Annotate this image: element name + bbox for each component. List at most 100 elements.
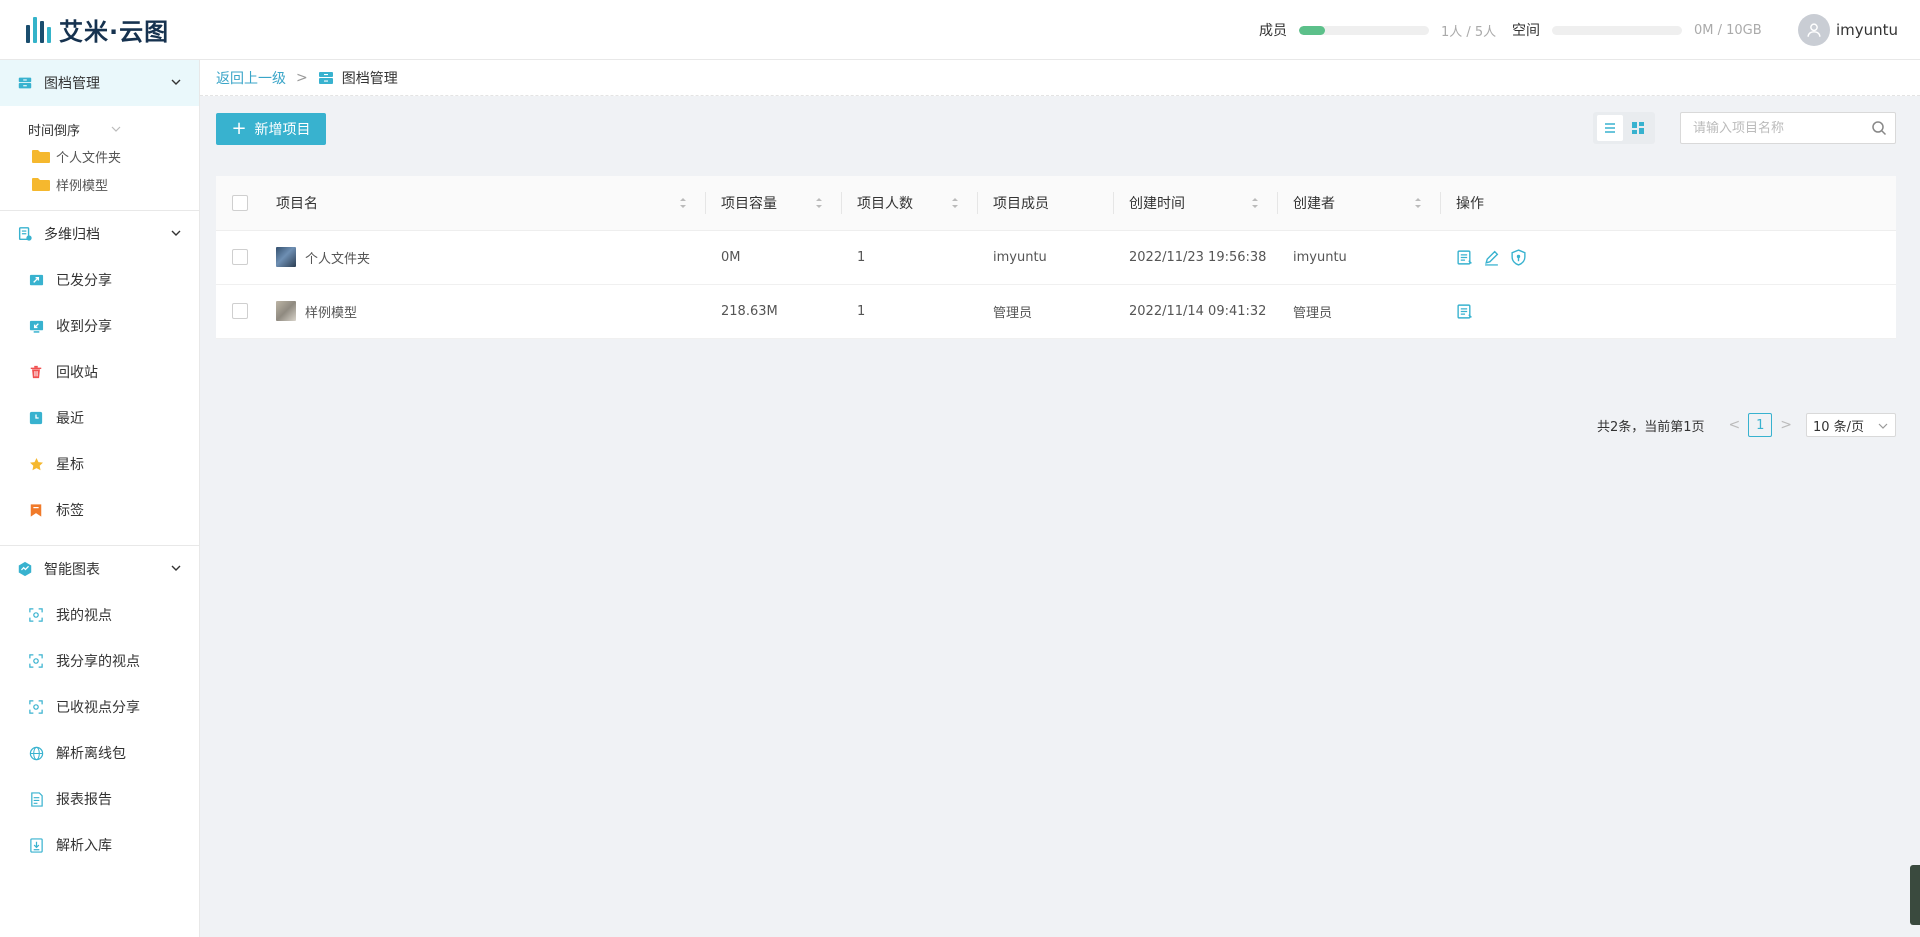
grid-icon: [1632, 122, 1644, 134]
sort-icon[interactable]: [951, 196, 959, 210]
breadcrumb-separator: >: [296, 69, 308, 86]
row-checkbox[interactable]: [232, 303, 248, 319]
sidebar-item-tags[interactable]: 标签: [0, 487, 199, 533]
trash-icon: [28, 364, 44, 380]
next-page-button[interactable]: >: [1780, 417, 1792, 433]
page-size-select[interactable]: 10 条/页: [1806, 413, 1896, 437]
share-out-icon: [28, 272, 44, 288]
select-all-cell: [216, 176, 260, 231]
column-header-label: 创建时间: [1129, 195, 1185, 212]
pagination: 共2条，当前第1页 < 1 > 10 条/页: [1597, 413, 1896, 437]
sort-order-toggle[interactable]: 时间倒序: [0, 116, 199, 142]
column-header-label: 项目人数: [857, 195, 913, 212]
chevron-down-icon[interactable]: [169, 561, 183, 575]
folder-icon: [32, 178, 50, 191]
project-name-cell[interactable]: 个人文件夹: [260, 230, 705, 285]
sidebar-item-starred[interactable]: 星标: [0, 441, 199, 487]
sidebar-item-parse-import[interactable]: 解析入库: [0, 822, 199, 868]
column-header-members: 项目成员: [977, 176, 1113, 231]
sort-icon[interactable]: [1414, 196, 1422, 210]
table-row[interactable]: 个人文件夹 0M 1 imyuntu 2022/11/23 19:56:38 i…: [216, 230, 1896, 285]
add-project-button[interactable]: + 新增项目: [216, 113, 326, 145]
chevron-down-icon[interactable]: [169, 75, 183, 89]
sidebar-item-reports[interactable]: 报表报告: [0, 776, 199, 822]
avatar[interactable]: [1797, 14, 1830, 46]
app-logo[interactable]: 艾米·云图: [26, 12, 169, 47]
sidebar-item-label: 我的视点: [56, 608, 112, 624]
project-created-time: 2022/11/23 19:56:38: [1113, 230, 1277, 285]
column-header-label: 项目名: [276, 195, 318, 212]
column-header-creator[interactable]: 创建者: [1277, 176, 1440, 231]
project-member-count: 1: [841, 284, 977, 339]
sidebar-group-smart-charts[interactable]: 智能图表: [0, 546, 199, 592]
chevron-down-icon: [1878, 423, 1888, 429]
sidebar-item-received-viewpoints[interactable]: 已收视点分享: [0, 684, 199, 730]
breadcrumb-back-link[interactable]: 返回上一级: [216, 68, 286, 88]
column-header-created[interactable]: 创建时间: [1113, 176, 1277, 231]
globe-icon: [28, 745, 44, 761]
pagination-total: 共2条，当前第1页: [1596, 419, 1705, 435]
column-header-label: 操作: [1456, 195, 1484, 212]
chevron-down-icon: [111, 126, 121, 132]
sort-icon[interactable]: [815, 196, 823, 210]
main-content: 返回上一级 > 图档管理 + 新增项目 请输入项目名称 项目名 项目容量 项目人…: [200, 60, 1920, 937]
project-name[interactable]: 样例模型: [305, 302, 357, 321]
column-separator: [1440, 192, 1441, 214]
sort-icon[interactable]: [1251, 196, 1259, 210]
table-header-row: 项目名 项目容量 项目人数 项目成员 创建时间 创建者 操作: [216, 176, 1896, 231]
project-creator: imyuntu: [1277, 230, 1440, 285]
list-view-button[interactable]: [1597, 115, 1623, 141]
sidebar-item-recycle-bin[interactable]: 回收站: [0, 349, 199, 395]
details-icon[interactable]: [1456, 249, 1473, 266]
logo-mark-icon: [26, 16, 51, 43]
project-members: 管理员: [977, 284, 1113, 339]
row-checkbox[interactable]: [232, 249, 248, 265]
sidebar-item-received-shares[interactable]: 收到分享: [0, 303, 199, 349]
sort-icon[interactable]: [679, 196, 687, 210]
table-row[interactable]: 样例模型 218.63M 1 管理员 2022/11/14 09:41:32 管…: [216, 284, 1896, 339]
sidebar-item-label: 标签: [56, 503, 84, 519]
column-separator: [977, 192, 978, 214]
sidebar-group-archive-management[interactable]: 图档管理: [0, 60, 199, 106]
members-label: 成员: [1259, 23, 1287, 39]
prev-page-button[interactable]: <: [1729, 417, 1741, 433]
chevron-down-icon[interactable]: [169, 226, 183, 240]
permission-shield-icon[interactable]: [1510, 248, 1527, 266]
toolbar: + 新增项目: [200, 96, 1920, 162]
sidebar-item-recent[interactable]: 最近: [0, 395, 199, 441]
search-input[interactable]: [1681, 120, 1871, 136]
space-progress-bar: [1552, 25, 1682, 35]
project-name[interactable]: 个人文件夹: [305, 248, 370, 267]
sidebar-item-my-viewpoints[interactable]: 我的视点: [0, 592, 199, 638]
project-name-cell[interactable]: 样例模型: [260, 284, 705, 339]
top-header: 艾米·云图 成员 1人 / 5人 空间 0M / 10GB imyuntu: [0, 0, 1920, 60]
smart-chart-icon: [16, 560, 34, 578]
page-number-button[interactable]: 1: [1748, 413, 1773, 437]
folder-item-sample-model[interactable]: 样例模型: [0, 170, 199, 198]
sidebar-item-label: 报表报告: [56, 792, 112, 808]
user-icon: [1807, 23, 1821, 37]
search-icon[interactable]: [1871, 120, 1887, 136]
select-all-checkbox[interactable]: [232, 194, 248, 211]
members-progress-fill: [1299, 25, 1325, 35]
details-icon[interactable]: [1456, 303, 1473, 320]
sidebar-item-sent-shares[interactable]: 已发分享: [0, 257, 199, 303]
floating-side-widget[interactable]: [1910, 865, 1920, 925]
bookmark-icon: [28, 502, 44, 518]
members-value: 1人 / 5人: [1441, 24, 1497, 40]
column-header-name[interactable]: 项目名: [260, 176, 705, 231]
space-quota: 空间 0M / 10GB: [1512, 0, 1762, 60]
folder-item-personal[interactable]: 个人文件夹: [0, 142, 199, 170]
project-size: 218.63M: [705, 284, 841, 339]
user-name[interactable]: imyuntu: [1836, 21, 1898, 39]
sidebar-item-offline-packages[interactable]: 解析离线包: [0, 730, 199, 776]
column-header-size[interactable]: 项目容量: [705, 176, 841, 231]
space-value: 0M / 10GB: [1694, 22, 1762, 38]
grid-view-button[interactable]: [1625, 115, 1651, 141]
user-menu[interactable]: imyuntu: [1797, 14, 1898, 46]
column-header-member-count[interactable]: 项目人数: [841, 176, 977, 231]
sidebar-group-multi-archive[interactable]: 多维归档: [0, 211, 199, 257]
project-thumbnail: [276, 301, 296, 321]
edit-icon[interactable]: [1483, 249, 1500, 266]
sidebar-item-my-shared-viewpoints[interactable]: 我分享的视点: [0, 638, 199, 684]
